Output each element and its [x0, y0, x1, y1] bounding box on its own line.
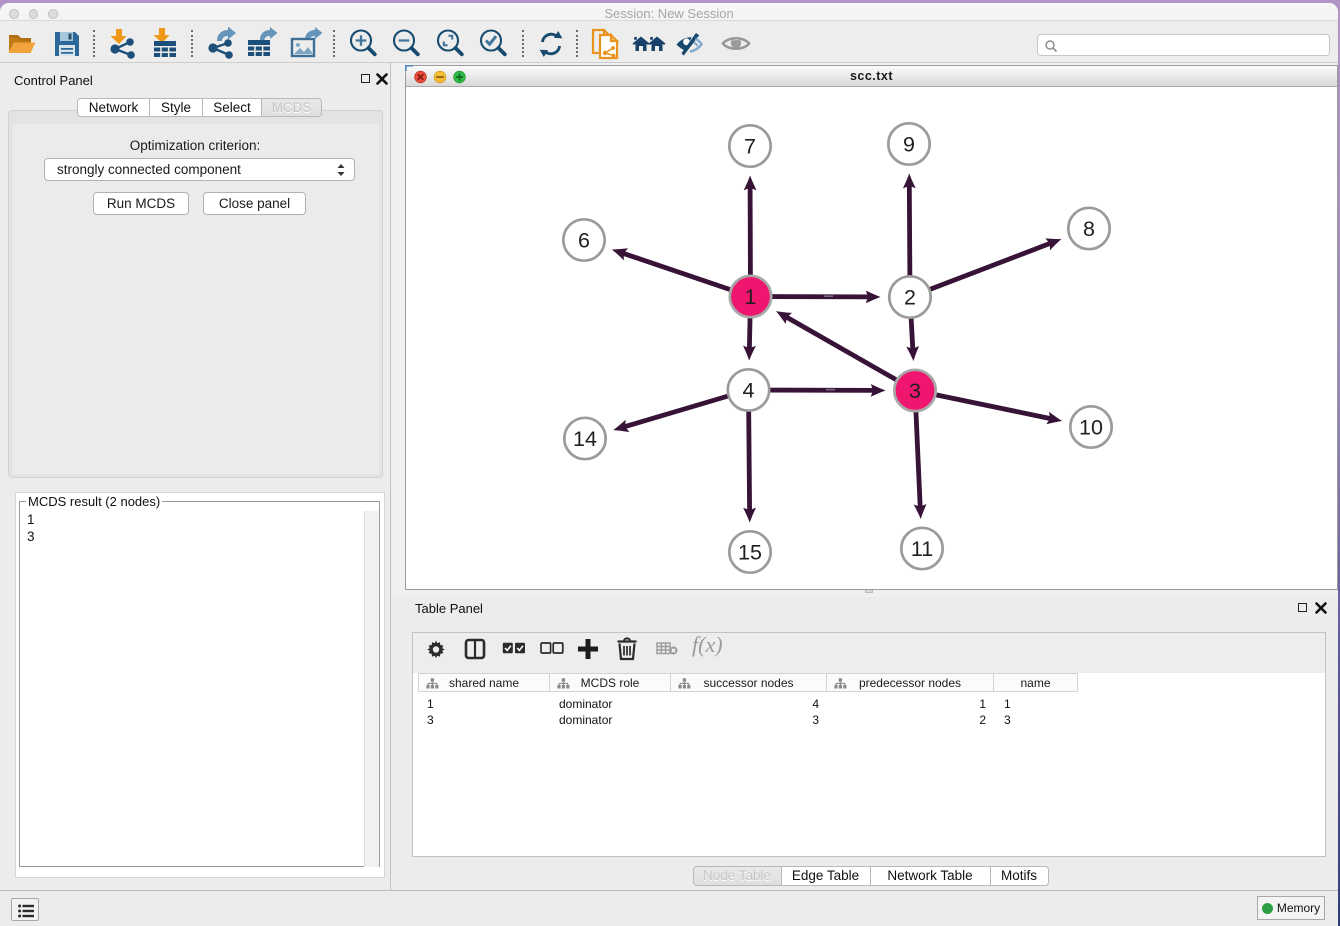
- svg-text:11: 11: [911, 537, 933, 561]
- svg-text:7: 7: [744, 135, 756, 159]
- svg-text:15: 15: [738, 541, 762, 565]
- svg-text:8: 8: [1083, 217, 1095, 241]
- svg-text:2: 2: [904, 286, 916, 310]
- svg-text:14: 14: [573, 427, 597, 451]
- svg-text:4: 4: [743, 379, 755, 403]
- svg-text:3: 3: [909, 379, 921, 403]
- svg-text:1: 1: [745, 285, 757, 309]
- svg-text:9: 9: [903, 133, 915, 157]
- svg-text:10: 10: [1079, 416, 1103, 440]
- svg-text:6: 6: [578, 229, 590, 253]
